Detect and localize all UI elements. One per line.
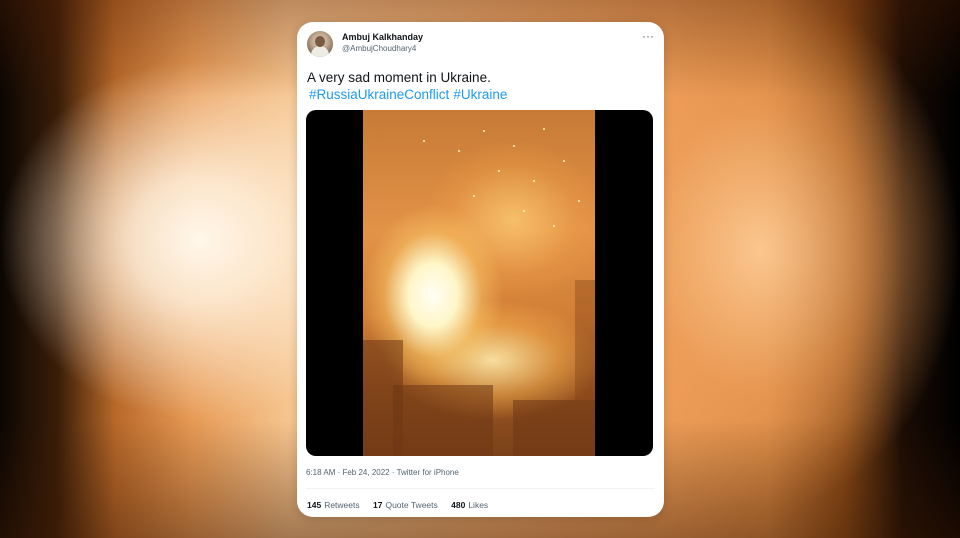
video-frame (363, 110, 595, 456)
tweet-card: Ambuj Kalkhanday @AmbujChoudhary4 ··· A … (297, 22, 664, 517)
quotes-count: 17 (373, 500, 383, 510)
avatar[interactable] (307, 31, 333, 57)
quotes-label: Quote Tweets (385, 500, 438, 510)
spark (473, 195, 475, 197)
more-horizontal-icon[interactable]: ··· (642, 30, 654, 42)
building-silhouette (393, 385, 493, 456)
tweet-video[interactable] (306, 110, 653, 456)
likes-label: Likes (468, 500, 489, 510)
hashtag-link[interactable]: #Ukraine (453, 87, 507, 102)
retweets-stat[interactable]: 145 Retweets (307, 500, 360, 510)
quote-tweets-stat[interactable]: 17 Quote Tweets (373, 500, 438, 510)
tweet-hashtags: #RussiaUkraineConflict #Ukraine (309, 86, 511, 103)
tweet-text: A very sad moment in Ukraine. (307, 70, 491, 85)
spark (553, 225, 555, 227)
spark (423, 140, 425, 142)
spark (543, 128, 545, 130)
spark (513, 145, 515, 147)
spark (523, 210, 525, 212)
divider (306, 488, 655, 489)
spark (533, 180, 535, 182)
building-silhouette (513, 400, 595, 456)
avatar-body (311, 46, 329, 57)
author-name[interactable]: Ambuj Kalkhanday (342, 32, 423, 42)
spark (498, 170, 500, 172)
hashtag-link[interactable]: #RussiaUkraineConflict (309, 87, 449, 102)
tweet-timestamp[interactable]: 6:18 AM · Feb 24, 2022 · Twitter for iPh… (306, 468, 459, 477)
building-silhouette (575, 280, 595, 400)
spark (563, 160, 565, 162)
author-handle[interactable]: @AmbujChoudhary4 (342, 44, 416, 53)
retweets-count: 145 (307, 500, 322, 510)
spark (458, 150, 460, 152)
avatar-head (315, 36, 325, 47)
likes-stat[interactable]: 480 Likes (451, 500, 488, 510)
retweets-label: Retweets (324, 500, 360, 510)
tweet-stats: 145 Retweets 17 Quote Tweets 480 Likes (307, 500, 499, 510)
likes-count: 480 (451, 500, 466, 510)
spark (578, 200, 580, 202)
spark (483, 130, 485, 132)
